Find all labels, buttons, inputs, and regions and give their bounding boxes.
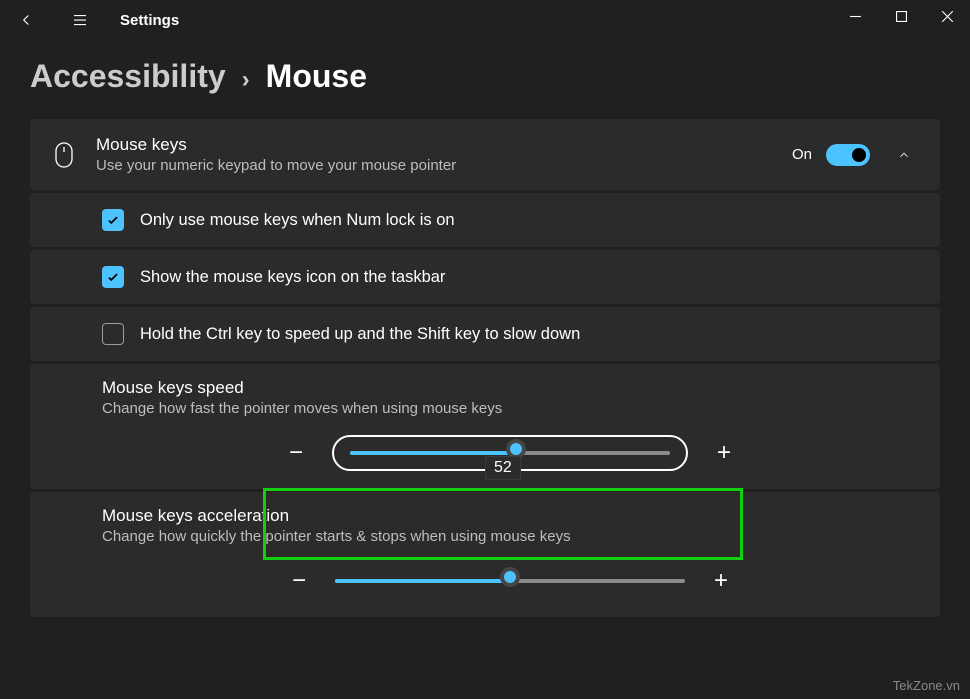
speed-value-tooltip: 52 — [485, 456, 521, 480]
numlock-label: Only use mouse keys when Num lock is on — [140, 211, 455, 230]
taskbar-label: Show the mouse keys icon on the taskbar — [140, 268, 445, 287]
taskbar-checkbox[interactable] — [102, 266, 124, 288]
breadcrumb: Accessibility › Mouse — [0, 40, 970, 119]
mouse-keys-title: Mouse keys — [96, 135, 772, 155]
accel-section: Mouse keys acceleration Change how quick… — [30, 492, 940, 617]
breadcrumb-current: Mouse — [266, 58, 367, 95]
mouse-icon — [52, 142, 76, 168]
minimize-button[interactable] — [832, 0, 878, 32]
speed-subtitle: Change how fast the pointer moves when u… — [102, 400, 918, 417]
accel-title: Mouse keys acceleration — [102, 506, 918, 526]
mouse-keys-card: Mouse keys Use your numeric keypad to mo… — [30, 119, 940, 190]
maximize-button[interactable] — [878, 0, 924, 32]
ctrlshift-checkbox[interactable] — [102, 323, 124, 345]
toggle-state-label: On — [792, 146, 812, 163]
nav-menu-button[interactable] — [62, 2, 98, 38]
accel-slider[interactable] — [335, 579, 685, 583]
breadcrumb-parent[interactable]: Accessibility — [30, 58, 226, 95]
accel-decrease-button[interactable]: − — [281, 563, 317, 599]
numlock-checkbox[interactable] — [102, 209, 124, 231]
accel-increase-button[interactable]: + — [703, 563, 739, 599]
ctrlshift-option-row[interactable]: Hold the Ctrl key to speed up and the Sh… — [30, 307, 940, 361]
mouse-keys-toggle[interactable] — [826, 144, 870, 166]
expand-chevron-icon[interactable] — [890, 137, 918, 173]
speed-slider[interactable] — [350, 451, 670, 455]
close-button[interactable] — [924, 0, 970, 32]
watermark: TekZone.vn — [893, 678, 960, 693]
ctrlshift-label: Hold the Ctrl key to speed up and the Sh… — [140, 325, 580, 344]
app-title: Settings — [120, 12, 179, 29]
mouse-keys-subtitle: Use your numeric keypad to move your mou… — [96, 157, 772, 174]
speed-title: Mouse keys speed — [102, 378, 918, 398]
speed-increase-button[interactable]: + — [706, 435, 742, 471]
chevron-right-icon: › — [242, 66, 250, 94]
back-button[interactable] — [8, 2, 44, 38]
taskbar-option-row[interactable]: Show the mouse keys icon on the taskbar — [30, 250, 940, 304]
accel-subtitle: Change how quickly the pointer starts & … — [102, 528, 918, 545]
speed-decrease-button[interactable]: − — [278, 435, 314, 471]
numlock-option-row[interactable]: Only use mouse keys when Num lock is on — [30, 193, 940, 247]
